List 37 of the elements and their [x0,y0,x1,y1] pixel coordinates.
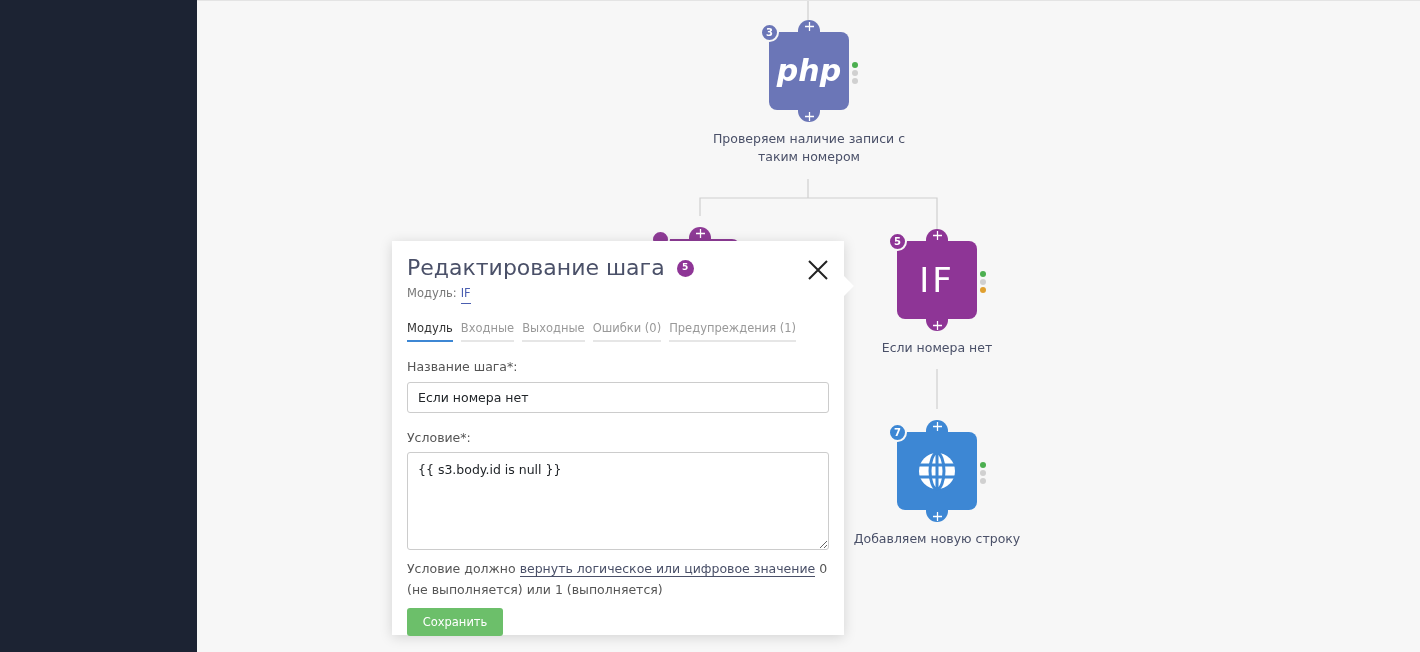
plus-icon [932,511,942,521]
help-text: Условие должно вернуть логическое или цифровое значение 0 (не выполняется) или 1 (выполняется) [407,560,829,600]
step-number-badge: 7 [888,423,907,442]
panel-title: Редактирование шага [407,255,665,282]
help-link[interactable]: вернуть логическое или цифровое значение [519,561,816,578]
plus-icon [932,230,942,240]
add-step-button[interactable] [798,110,820,122]
step-number-badge: 5 [888,232,907,251]
tab[interactable]: Модуль [407,319,453,342]
globe-icon [917,451,957,491]
tab[interactable]: Ошибки (0) [592,319,662,342]
module-label: Модуль: [407,285,457,303]
step-label: Добавляем новую строку [852,530,1022,548]
php-logo: php [776,56,842,86]
step-number-badge: 5 [676,259,694,277]
add-step-button[interactable] [926,319,948,331]
add-step-button[interactable] [926,229,948,241]
step-label: Проверяем наличие записи с таким номером [711,130,907,166]
add-step-button[interactable] [798,20,820,32]
add-step-button[interactable] [926,420,948,432]
step-label: Если номера нет [880,339,994,357]
field-label: Название шага*: [407,357,519,376]
condition-field[interactable]: {{ s3.body.id is null }} [407,452,829,551]
plus-icon [695,228,705,238]
close-button[interactable] [807,257,829,280]
add-step-button[interactable] [926,510,948,522]
step-number-badge: 3 [760,23,779,42]
plus-icon [932,421,942,431]
module-link[interactable]: IF [460,285,471,304]
step-type-label: IF [919,263,955,297]
plus-icon [932,320,942,330]
field-label: Условие*: [407,428,472,447]
plus-icon [804,21,814,31]
plus-icon [804,111,814,121]
add-step-button[interactable] [689,227,711,239]
step-name-field[interactable]: Если номера нет [407,381,829,413]
close-icon [808,259,828,280]
